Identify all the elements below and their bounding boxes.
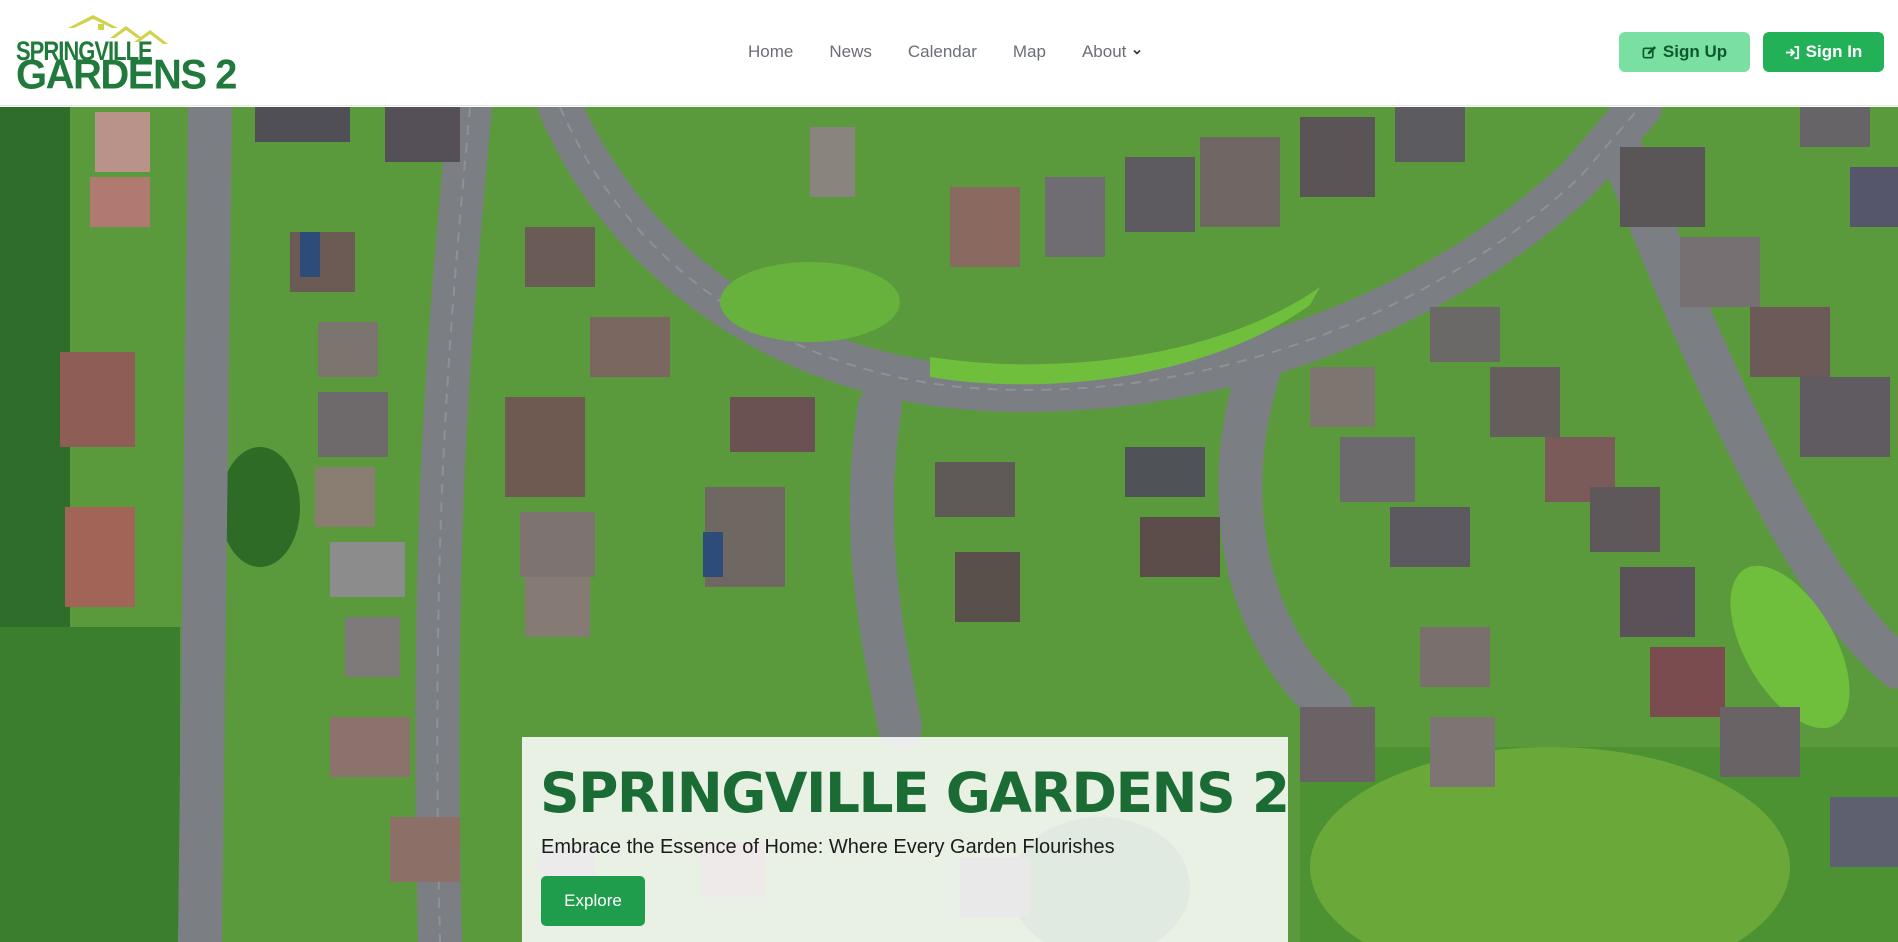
nav-home[interactable]: Home <box>748 42 793 62</box>
signup-label: Sign Up <box>1662 42 1728 61</box>
site-header: SPRINGVILLE GARDENS 2 Home News Calendar… <box>0 0 1898 106</box>
nav-about-label: About <box>1081 42 1127 61</box>
nav-calendar[interactable]: Calendar <box>908 42 977 62</box>
edit-icon <box>1642 45 1656 58</box>
hero-section: SPRINGVILLE GARDENS 2 Embrace the Essenc… <box>0 107 1898 942</box>
nav-map[interactable]: Map <box>1013 42 1046 62</box>
explore-button[interactable]: Explore <box>541 876 645 926</box>
site-logo[interactable]: SPRINGVILLE GARDENS 2 <box>14 14 237 96</box>
hero-title: SPRINGVILLE GARDENS 2 <box>540 761 1290 825</box>
logo-text-bottom: GARDENS 2 <box>16 51 237 99</box>
hero-subtitle: Embrace the Essence of Home: Where Every… <box>541 836 1115 858</box>
nav-news[interactable]: News <box>829 42 872 62</box>
chevron-down-icon <box>1133 49 1141 55</box>
signin-button[interactable]: Sign In <box>1763 32 1884 72</box>
nav-about[interactable]: About <box>1082 42 1142 62</box>
hero-card: SPRINGVILLE GARDENS 2 Embrace the Essenc… <box>522 737 1290 942</box>
main-nav: Home News Calendar Map About <box>748 40 1178 64</box>
signup-button[interactable]: Sign Up <box>1619 32 1750 72</box>
login-icon <box>1785 45 1799 59</box>
signin-label: Sign In <box>1805 42 1863 61</box>
